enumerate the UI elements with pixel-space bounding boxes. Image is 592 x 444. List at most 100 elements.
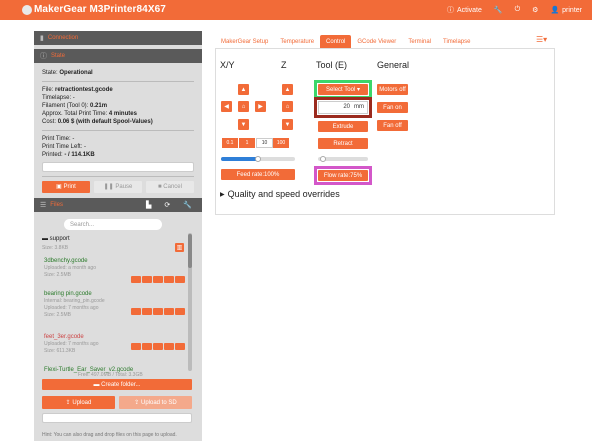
print-icon: ▣ xyxy=(56,184,64,190)
file-item[interactable]: bearing pin.gcode Internal: bearing_pin.… xyxy=(44,291,189,329)
file-list: 3dbenchy.gcode Uploaded: a month ago Siz… xyxy=(44,258,189,379)
caret-right-icon: ▶ xyxy=(220,191,225,198)
fan-on-button[interactable]: Fan on xyxy=(377,102,408,113)
upload-hint: Hint: You can also drag and drop files o… xyxy=(42,432,177,438)
folder-move-icon[interactable] xyxy=(164,343,174,350)
arrow-up-icon: ▲ xyxy=(284,86,291,93)
distance-1-button[interactable]: 1 xyxy=(239,138,256,148)
jog-z-plus-button[interactable]: ▲ xyxy=(282,84,293,95)
tab-temperature[interactable]: Temperature xyxy=(274,35,320,49)
motors-off-button[interactable]: Motors off xyxy=(377,84,408,95)
load-icon[interactable] xyxy=(131,343,141,350)
tab-control[interactable]: Control xyxy=(320,35,352,49)
power-icon[interactable]: ⏻ xyxy=(515,6,521,14)
folder-icon: ▬ xyxy=(42,236,48,242)
upload-sd-button[interactable]: ⇪ Upload to SD xyxy=(119,396,192,409)
list-icon: ☰ xyxy=(40,202,47,209)
create-folder-button[interactable]: ▬ Create folder... xyxy=(42,379,192,390)
pause-button[interactable]: ❚❚ Pause xyxy=(94,181,142,193)
trash-icon[interactable] xyxy=(153,276,163,283)
quality-overrides-toggle[interactable]: ▶ Quality and speed overrides xyxy=(220,189,340,199)
print-file-icon[interactable] xyxy=(175,276,185,283)
jog-z-minus-button[interactable]: ▼ xyxy=(282,119,293,130)
file-actions xyxy=(131,308,185,315)
arrow-down-icon: ▼ xyxy=(240,121,247,128)
settings-icon[interactable]: ⚙ xyxy=(532,6,538,14)
download-icon[interactable] xyxy=(142,276,152,283)
extrude-amount-highlight xyxy=(314,97,372,118)
tab-timelapse[interactable]: Timelapse xyxy=(437,35,476,49)
wrench-files-icon[interactable]: 🔧 xyxy=(183,201,192,209)
tab-gcode-viewer[interactable]: GCode Viewer xyxy=(351,35,402,49)
trash-icon[interactable] xyxy=(153,343,163,350)
arrow-up-icon: ▲ xyxy=(240,86,247,93)
file-new-icon[interactable]: ▙ xyxy=(146,201,151,209)
home-icon: ⌂ xyxy=(285,103,290,110)
print-file-icon[interactable] xyxy=(175,308,185,315)
top-navbar: MakerGear M3Printer84X67 ⓘ Activate 🔧 ⏻ ⚙… xyxy=(0,0,592,20)
timelapse-text: Timelapse: - xyxy=(42,95,75,101)
upload-progress-bar xyxy=(42,413,192,423)
fan-off-button[interactable]: Fan off xyxy=(377,120,408,131)
jog-x-plus-button[interactable]: ▶ xyxy=(255,101,266,112)
file-item[interactable]: feet_3er.gcode Uploaded: 7 months ago Si… xyxy=(44,334,189,362)
wrench-icon[interactable]: 🔧 xyxy=(494,6,503,14)
file-list-scrollthumb[interactable] xyxy=(188,234,192,268)
folder-plus-icon: ▬ xyxy=(93,381,102,388)
brand-logo-icon xyxy=(22,5,32,15)
file-search-input[interactable]: Search... xyxy=(64,219,162,230)
tab-makergear-setup[interactable]: MakerGear Setup xyxy=(215,35,274,49)
feed-rate-slider-handle[interactable] xyxy=(255,156,261,162)
refresh-icon[interactable]: ⟳ xyxy=(164,201,170,209)
folder-delete-button[interactable]: ▥ xyxy=(175,243,184,252)
tab-bar: MakerGear Setup Temperature Control GCod… xyxy=(215,33,555,49)
load-icon[interactable] xyxy=(131,276,141,283)
jog-distance-selector: 0.1 1 10 100 xyxy=(222,138,290,148)
home-xy-button[interactable]: ⌂ xyxy=(238,101,249,112)
state-panel: State: Operational File: retractiontest.… xyxy=(34,63,202,197)
distance-10-button[interactable]: 10 xyxy=(256,138,273,148)
state-value: Operational xyxy=(59,70,93,76)
trash-icon: ▥ xyxy=(176,245,183,251)
tab-terminal[interactable]: Terminal xyxy=(402,35,437,49)
feed-rate-button[interactable]: Feed rate:100% xyxy=(221,169,295,180)
home-z-button[interactable]: ⌂ xyxy=(282,101,293,112)
folder-move-icon[interactable] xyxy=(164,308,174,315)
signal-icon: ▮ xyxy=(40,35,44,42)
xy-heading: X/Y xyxy=(220,60,235,70)
flow-rate-slider-handle[interactable] xyxy=(320,156,326,162)
trash-icon[interactable] xyxy=(153,308,163,315)
folder-move-icon[interactable] xyxy=(164,276,174,283)
folder-support[interactable]: ▬ support xyxy=(42,236,70,242)
retract-button[interactable]: Retract xyxy=(318,138,368,149)
upload-icon: ⇪ xyxy=(65,400,73,406)
upload-sd-icon: ⇪ xyxy=(134,400,141,406)
file-actions xyxy=(131,276,185,283)
load-icon[interactable] xyxy=(131,308,141,315)
state-header[interactable]: ⓘ State xyxy=(34,49,202,63)
extrude-button[interactable]: Extrude xyxy=(318,121,368,132)
jog-x-minus-button[interactable]: ◀ xyxy=(221,101,232,112)
connection-header[interactable]: ▮ Connection xyxy=(34,31,202,45)
download-icon[interactable] xyxy=(142,343,152,350)
jog-y-plus-button[interactable]: ▲ xyxy=(238,84,249,95)
jog-y-minus-button[interactable]: ▼ xyxy=(238,119,249,130)
upload-button[interactable]: ⇪ Upload xyxy=(42,396,115,409)
feed-rate-slider-fill xyxy=(221,157,258,161)
cancel-button[interactable]: ■ Cancel xyxy=(146,181,194,193)
file-item[interactable]: 3dbenchy.gcode Uploaded: a month ago Siz… xyxy=(44,258,189,286)
distance-0-1-button[interactable]: 0.1 xyxy=(222,138,239,148)
tabs-overflow-menu-icon[interactable]: ☰▾ xyxy=(536,35,547,44)
arrow-right-icon: ▶ xyxy=(258,104,263,110)
brand-title[interactable]: MakerGear M3Printer84X67 xyxy=(34,4,166,15)
print-file-icon[interactable] xyxy=(175,343,185,350)
activate-button[interactable]: ⓘ Activate xyxy=(447,5,482,15)
storage-info: Free: 497.0MB / Total: 3.3GB xyxy=(78,372,143,378)
distance-100-button[interactable]: 100 xyxy=(273,138,290,148)
info-icon: ⓘ xyxy=(446,7,454,14)
flow-rate-highlight xyxy=(314,166,372,185)
download-icon[interactable] xyxy=(142,308,152,315)
user-menu[interactable]: 👤 printer xyxy=(550,6,582,15)
print-button[interactable]: ▣ Print xyxy=(42,181,90,193)
user-icon: 👤 xyxy=(550,7,560,14)
